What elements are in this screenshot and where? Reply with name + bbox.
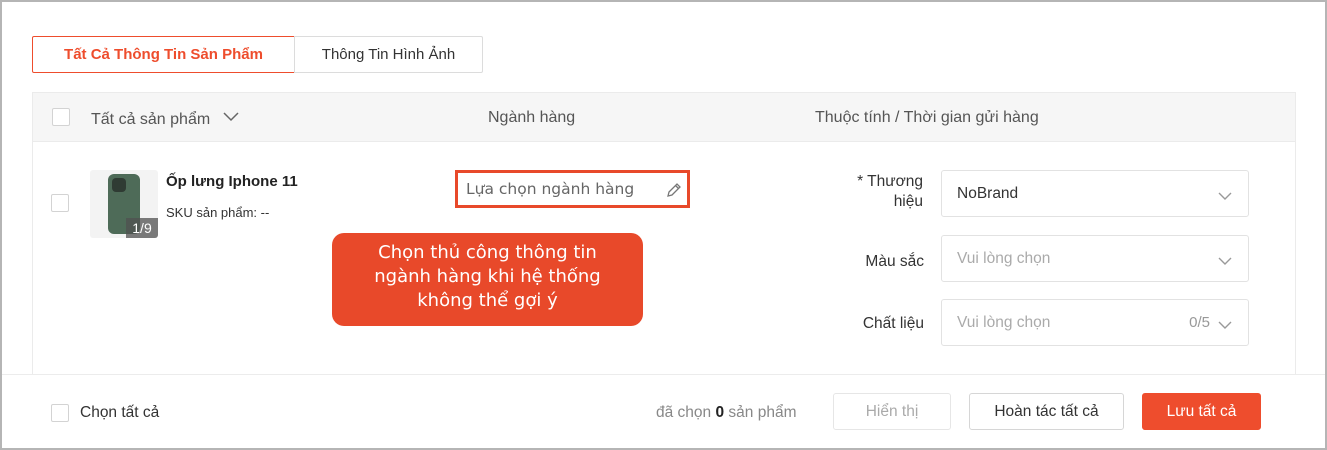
table-header: Tất cả sản phẩm Ngành hàng Thuộc tính / … <box>32 92 1296 142</box>
category-column-header: Ngành hàng <box>488 109 576 126</box>
product-sku: SKU sản phẩm: -- <box>166 205 270 220</box>
material-label: Chất liệu <box>862 315 924 332</box>
material-count: 0/5 <box>1189 314 1210 331</box>
chevron-down-icon <box>223 109 239 127</box>
selected-count-text: đã chọn 0 sản phẩm <box>656 404 797 422</box>
selected-prefix: đã chọn <box>656 404 712 421</box>
selected-suffix: sản phẩm <box>728 404 797 421</box>
callout-line: Chọn thủ công thông tin <box>378 242 597 263</box>
category-placeholder: Lựa chọn ngành hàng <box>466 180 635 198</box>
tooltip-callout: Chọn thủ công thông tin ngành hàng khi h… <box>332 233 643 326</box>
tab-all-product-info[interactable]: Tất Cả Thông Tin Sản Phẩm <box>32 36 295 73</box>
all-products-label: Tất cả sản phẩm <box>91 111 211 128</box>
chevron-down-icon <box>1218 188 1232 206</box>
all-products-filter[interactable]: Tất cả sản phẩm <box>91 109 239 129</box>
save-all-button[interactable]: Lưu tất cả <box>1142 393 1261 430</box>
product-name: Ốp lưng Iphone 11 <box>166 173 298 190</box>
brand-select[interactable]: NoBrand <box>941 170 1249 217</box>
camera-icon <box>112 178 126 192</box>
brand-value: NoBrand <box>957 184 1019 202</box>
show-button[interactable]: Hiển thị <box>833 393 951 430</box>
image-count-badge: 1/9 <box>126 218 158 238</box>
color-label: Màu sắc <box>865 253 924 270</box>
material-placeholder: Vui lòng chọn <box>957 313 1051 331</box>
material-select[interactable]: Vui lòng chọn 0/5 <box>941 299 1249 346</box>
row-select-checkbox[interactable] <box>51 194 69 212</box>
brand-label-line1: * Thương <box>857 173 923 190</box>
color-placeholder: Vui lòng chọn <box>957 249 1051 267</box>
undo-all-button[interactable]: Hoàn tác tất cả <box>969 393 1124 430</box>
pencil-icon[interactable] <box>665 181 683 203</box>
select-all-label[interactable]: Chọn tất cả <box>80 404 159 422</box>
tab-image-info[interactable]: Thông Tin Hình Ảnh <box>294 36 483 73</box>
category-selector[interactable]: Lựa chọn ngành hàng <box>455 170 690 208</box>
brand-label: * Thương hiệu <box>830 172 923 212</box>
chevron-down-icon <box>1218 253 1232 271</box>
header-select-checkbox[interactable] <box>52 108 70 126</box>
color-select[interactable]: Vui lòng chọn <box>941 235 1249 282</box>
select-all-checkbox[interactable] <box>51 404 69 422</box>
callout-line: không thể gợi ý <box>417 290 558 311</box>
attributes-column-header: Thuộc tính / Thời gian gửi hàng <box>815 109 1039 126</box>
chevron-down-icon <box>1218 317 1232 335</box>
selected-count: 0 <box>715 404 725 421</box>
callout-line: ngành hàng khi hệ thống <box>374 266 601 287</box>
brand-label-line2: hiệu <box>893 193 923 210</box>
product-thumbnail[interactable]: 1/9 <box>90 170 158 238</box>
